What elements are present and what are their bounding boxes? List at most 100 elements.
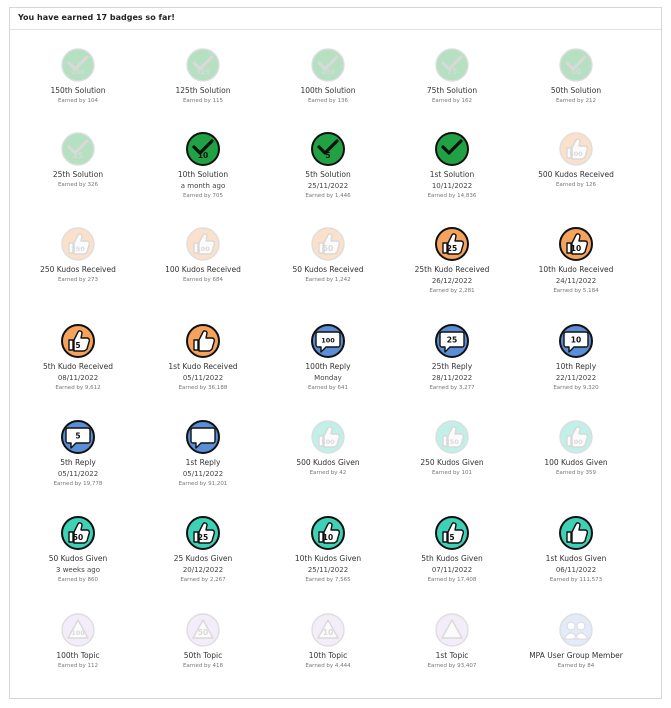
badge-mpa-user-group-member[interactable]: MPA User Group Member Earned by 84 bbox=[514, 612, 638, 670]
badge-name: 250 Kudos Received bbox=[40, 265, 116, 274]
badge-25-kudos-given[interactable]: 25 25 Kudos Given 20/12/2022 Earned by 2,26… bbox=[141, 515, 265, 584]
badge-250-kudos-given[interactable]: 250 250 Kudos Given Earned by 101 bbox=[390, 419, 514, 477]
badge-1st-kudo-received[interactable]: 1st Kudo Received 05/11/2022 Earned by 36,… bbox=[141, 323, 265, 392]
badge-earned-by: Earned by 684 bbox=[182, 277, 224, 283]
check-icon bbox=[435, 132, 469, 166]
badge-number: 5 bbox=[75, 432, 80, 441]
badge-earned-by: Earned by 126 bbox=[555, 182, 597, 188]
badge-number: 100 bbox=[321, 68, 335, 76]
badge-number: 5 bbox=[325, 151, 330, 160]
badge-50th-topic[interactable]: 50 50th Topic Earned by 418 bbox=[141, 612, 265, 670]
badge-500-kudos-given[interactable]: 500 500 Kudos Given Earned by 42 bbox=[266, 419, 390, 477]
badge-125th-solution[interactable]: 125 125th Solution Earned by 115 bbox=[141, 47, 265, 105]
badge-emblem bbox=[559, 516, 593, 550]
badge-emblem: 100 bbox=[311, 324, 345, 358]
badges-panel: You have earned 17 badges so far! 150 150… bbox=[9, 7, 662, 699]
badge-earned-date: 3 weeks ago bbox=[56, 566, 100, 574]
badge-earned-date: 08/11/2022 bbox=[57, 374, 99, 382]
badge-number: 50 bbox=[73, 533, 83, 542]
check-icon: 150 bbox=[61, 48, 95, 82]
triangle-icon: 100 bbox=[61, 613, 95, 647]
badge-10th-kudos-given[interactable]: 10 10th Kudos Given 25/11/2022 Earned by 7,… bbox=[266, 515, 390, 584]
badge-earned-by: Earned by 111,573 bbox=[549, 577, 603, 583]
badge-5th-kudos-given[interactable]: 5 5th Kudos Given 07/11/2022 Earned by 17,4… bbox=[390, 515, 514, 584]
badge-name: 250 Kudos Given bbox=[420, 458, 484, 467]
triangle-icon bbox=[435, 613, 469, 647]
badge-emblem: 10 bbox=[311, 516, 345, 550]
badge-earned-by: Earned by 115 bbox=[182, 98, 224, 104]
badge-name: 5th Kudos Given bbox=[421, 554, 483, 563]
badge-50th-solution[interactable]: 50 50th Solution Earned by 212 bbox=[514, 47, 638, 105]
badge-earned-by: Earned by 1,446 bbox=[305, 193, 351, 199]
badge-emblem: 25 bbox=[435, 324, 469, 358]
badge-emblem: 75 bbox=[435, 48, 469, 82]
check-icon: 75 bbox=[435, 48, 469, 82]
badge-100-kudos-received[interactable]: 100 100 Kudos Received Earned by 684 bbox=[141, 226, 265, 284]
badge-earned-by: Earned by 14,836 bbox=[427, 193, 477, 199]
badge-5th-reply[interactable]: 5 5th Reply 05/11/2022 Earned by 19,778 bbox=[16, 419, 140, 488]
badge-50-kudos-received[interactable]: 50 50 Kudos Received Earned by 1,242 bbox=[266, 226, 390, 284]
badge-100-kudos-given[interactable]: 100 100 Kudos Given Earned by 359 bbox=[514, 419, 638, 477]
speech-bubble-icon: 100 bbox=[311, 324, 345, 358]
badge-earned-by: Earned by 7,565 bbox=[305, 577, 351, 583]
badge-emblem: 100 bbox=[559, 420, 593, 454]
badge-1st-kudos-given[interactable]: 1st Kudos Given 06/11/2022 Earned by 111,5… bbox=[514, 515, 638, 584]
badge-10th-solution[interactable]: 10 10th Solution a month ago Earned by 705 bbox=[141, 131, 265, 200]
badge-earned-by: Earned by 84 bbox=[557, 663, 595, 669]
badge-75th-solution[interactable]: 75 75th Solution Earned by 162 bbox=[390, 47, 514, 105]
badge-emblem: 10 bbox=[559, 324, 593, 358]
badge-emblem: 50 bbox=[311, 227, 345, 261]
badge-10th-kudo-received[interactable]: 10 10th Kudo Received 24/11/2022 Earned by … bbox=[514, 226, 638, 295]
badge-earned-by: Earned by 112 bbox=[57, 663, 99, 669]
badge-name: 25th Solution bbox=[52, 170, 104, 179]
badge-earned-by: Earned by 2,267 bbox=[180, 577, 226, 583]
badge-name: 100th Solution bbox=[300, 86, 356, 95]
badge-number: 25 bbox=[73, 151, 83, 160]
badge-emblem: 10 bbox=[186, 132, 220, 166]
badge-150th-solution[interactable]: 150 150th Solution Earned by 104 bbox=[16, 47, 140, 105]
thumbs-up-icon: 5 bbox=[61, 324, 95, 358]
badge-number: 50 bbox=[323, 244, 333, 253]
badge-5th-kudo-received[interactable]: 5 5th Kudo Received 08/11/2022 Earned by 9,… bbox=[16, 323, 140, 392]
badge-25th-solution[interactable]: 25 25th Solution Earned by 326 bbox=[16, 131, 140, 189]
badge-25th-kudo-received[interactable]: 25 25th Kudo Received 26/12/2022 Earned by … bbox=[390, 226, 514, 295]
badge-50-kudos-given[interactable]: 50 50 Kudos Given 3 weeks ago Earned by 860 bbox=[16, 515, 140, 584]
badge-100th-topic[interactable]: 100 100th Topic Earned by 112 bbox=[16, 612, 140, 670]
badge-name: 25th Reply bbox=[431, 362, 473, 371]
badge-500-kudos-received[interactable]: 500 500 Kudos Received Earned by 126 bbox=[514, 131, 638, 189]
badge-1st-solution[interactable]: 1st Solution 10/11/2022 Earned by 14,836 bbox=[390, 131, 514, 200]
badge-100th-reply[interactable]: 100 100th Reply Monday Earned by 641 bbox=[266, 323, 390, 392]
badge-name: 1st Topic bbox=[435, 651, 469, 660]
badge-5th-solution[interactable]: 5 5th Solution 25/11/2022 Earned by 1,446 bbox=[266, 131, 390, 200]
badge-emblem: 50 bbox=[559, 48, 593, 82]
badge-name: 1st Kudo Received bbox=[168, 362, 238, 371]
badge-name: 10th Kudo Received bbox=[538, 265, 614, 274]
badge-10th-reply[interactable]: 10 10th Reply 22/11/2022 Earned by 9,320 bbox=[514, 323, 638, 392]
thumbs-up-icon bbox=[186, 324, 220, 358]
badge-name: 50th Topic bbox=[183, 651, 223, 660]
thumbs-up-icon bbox=[559, 516, 593, 550]
badge-250-kudos-received[interactable]: 250 250 Kudos Received Earned by 273 bbox=[16, 226, 140, 284]
badge-number: 250 bbox=[445, 438, 459, 446]
badge-name: 25 Kudos Given bbox=[173, 554, 233, 563]
badge-name: 5th Kudo Received bbox=[42, 362, 113, 371]
badge-100th-solution[interactable]: 100 100th Solution Earned by 136 bbox=[266, 47, 390, 105]
badge-earned-date: 05/11/2022 bbox=[182, 470, 224, 478]
badge-25th-reply[interactable]: 25 25th Reply 28/11/2022 Earned by 3,277 bbox=[390, 323, 514, 392]
badge-1st-reply[interactable]: 1st Reply 05/11/2022 Earned by 91,201 bbox=[141, 419, 265, 488]
badge-earned-date: Monday bbox=[314, 374, 342, 382]
badge-emblem: 25 bbox=[61, 132, 95, 166]
badge-name: 150th Solution bbox=[50, 86, 106, 95]
badge-name: 50 Kudos Received bbox=[292, 265, 364, 274]
badge-earned-by: Earned by 104 bbox=[57, 98, 99, 104]
badge-number: 25 bbox=[447, 336, 457, 345]
badge-emblem: 100 bbox=[186, 227, 220, 261]
badge-1st-topic[interactable]: 1st Topic Earned by 93,407 bbox=[390, 612, 514, 670]
check-icon: 100 bbox=[311, 48, 345, 82]
badge-earned-date: 05/11/2022 bbox=[57, 470, 99, 478]
badge-10th-topic[interactable]: 10 10th Topic Earned by 4,444 bbox=[266, 612, 390, 670]
badge-emblem: 25 bbox=[186, 516, 220, 550]
speech-bubble-icon bbox=[186, 420, 220, 454]
badge-earned-date: 22/11/2022 bbox=[555, 374, 597, 382]
speech-bubble-icon: 5 bbox=[61, 420, 95, 454]
